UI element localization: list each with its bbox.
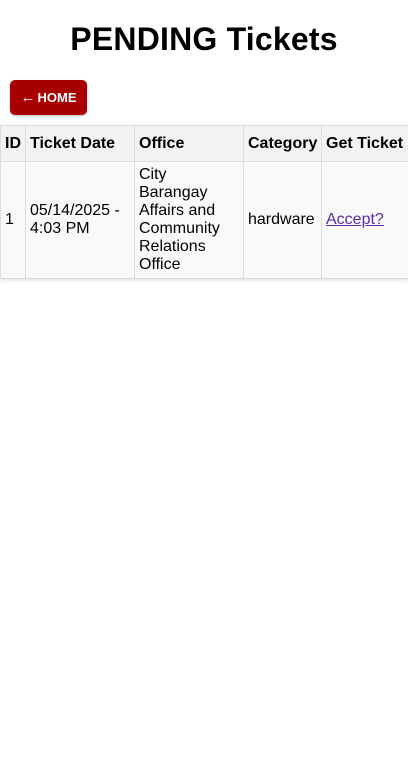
home-button[interactable]: ← HOME: [10, 80, 87, 115]
header-office: Office: [134, 125, 244, 162]
table-row: 1 05/14/2025 - 4:03 PM City Barangay Aff…: [0, 161, 408, 279]
cell-id: 1: [0, 161, 26, 279]
cell-office: City Barangay Affairs and Community Rela…: [134, 161, 244, 279]
pending-tickets-table: ID Ticket Date Office Category Get Ticke…: [0, 125, 408, 279]
page-title: PENDING Tickets: [70, 21, 338, 57]
left-arrow-icon: ←: [20, 89, 36, 106]
accept-ticket-link[interactable]: Accept?: [326, 211, 384, 228]
home-button-label: HOME: [37, 90, 77, 105]
cell-category: hardware: [243, 161, 322, 279]
cell-ticket-date: 05/14/2025 - 4:03 PM: [25, 161, 135, 279]
header-id: ID: [0, 125, 26, 162]
header-ticket-date: Ticket Date: [25, 125, 135, 162]
cell-get-ticket: Accept?: [321, 161, 408, 279]
header-category: Category: [243, 125, 322, 162]
header-get-ticket: Get Ticket: [321, 125, 408, 162]
table-header-row: ID Ticket Date Office Category Get Ticke…: [0, 125, 408, 162]
tickets-table-container: ID Ticket Date Office Category Get Ticke…: [0, 125, 408, 279]
